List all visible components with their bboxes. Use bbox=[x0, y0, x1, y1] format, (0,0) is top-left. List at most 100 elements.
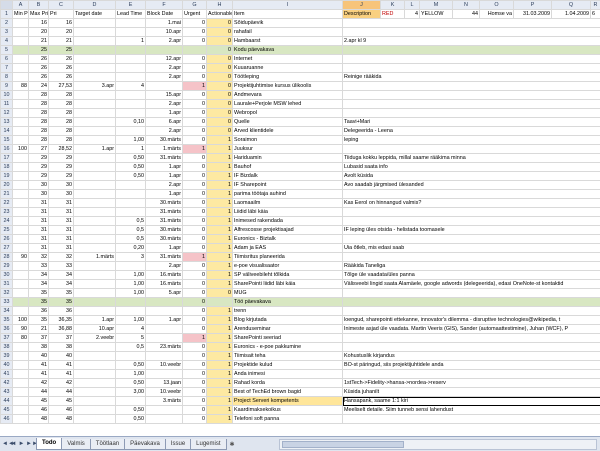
cell-lead-time[interactable]: 4 bbox=[116, 82, 146, 91]
cell-min-pri[interactable] bbox=[13, 91, 29, 100]
cell-target-date[interactable]: 2.veebr bbox=[74, 334, 116, 343]
cell-lead-time[interactable] bbox=[116, 55, 146, 64]
cell-max-pri[interactable]: 31 bbox=[29, 244, 49, 253]
row-number[interactable]: 42 bbox=[1, 379, 13, 388]
cell-target-date[interactable] bbox=[74, 217, 116, 226]
cell-item[interactable]: SP väliveebileht tõlkida bbox=[233, 271, 343, 280]
cell-min-pri[interactable] bbox=[13, 199, 29, 208]
cell-min-pri[interactable] bbox=[13, 370, 29, 379]
cell-urgent[interactable]: 0 bbox=[183, 208, 207, 217]
cell-lead-time[interactable] bbox=[116, 127, 146, 136]
cell-lead-time[interactable] bbox=[116, 19, 146, 28]
cell-target-date[interactable] bbox=[74, 28, 116, 37]
cell-block-date[interactable]: 31.märts bbox=[146, 208, 183, 217]
column-header[interactable]: B bbox=[29, 1, 49, 10]
cell-max-pri[interactable]: 30 bbox=[29, 190, 49, 199]
cell-max-pri[interactable]: 38 bbox=[29, 343, 49, 352]
cell-description[interactable] bbox=[343, 235, 600, 244]
cell-target-date[interactable] bbox=[74, 163, 116, 172]
column-header[interactable]: H bbox=[207, 1, 233, 10]
cell-description[interactable] bbox=[343, 370, 600, 379]
cell-description[interactable] bbox=[343, 289, 600, 298]
cell-pri[interactable]: 21 bbox=[49, 37, 74, 46]
cell-max-pri[interactable]: 28 bbox=[29, 118, 49, 127]
cell-lead-time[interactable]: 0,5 bbox=[116, 226, 146, 235]
cell-lead-time[interactable]: 1,00 bbox=[116, 271, 146, 280]
row-number[interactable]: 32 bbox=[1, 289, 13, 298]
cell-max-pri[interactable]: 42 bbox=[29, 379, 49, 388]
row-number[interactable]: 3 bbox=[1, 28, 13, 37]
cell-block-date[interactable] bbox=[146, 415, 183, 424]
row-number[interactable]: 28 bbox=[1, 253, 13, 262]
cell-urgent[interactable]: 0 bbox=[183, 154, 207, 163]
cell-actionable[interactable]: 0 bbox=[207, 118, 233, 127]
cell-lead-time[interactable] bbox=[116, 262, 146, 271]
cell-lead-time[interactable]: 3,00 bbox=[116, 388, 146, 397]
cell-block-date[interactable]: 30.märts bbox=[146, 199, 183, 208]
cell-urgent[interactable]: 0 bbox=[183, 55, 207, 64]
cell-min-pri[interactable] bbox=[13, 271, 29, 280]
cell-item[interactable]: rahafail bbox=[233, 28, 343, 37]
cell-block-date[interactable]: 1.märts bbox=[146, 145, 183, 154]
cell-description[interactable]: Tõlge üle vaadata/üles panna bbox=[343, 271, 600, 280]
cell-description[interactable] bbox=[343, 307, 600, 316]
cell-min-pri[interactable] bbox=[13, 127, 29, 136]
cell-lead-time[interactable] bbox=[116, 298, 146, 307]
cell-urgent[interactable]: 0 bbox=[183, 127, 207, 136]
cell-min-pri[interactable] bbox=[13, 343, 29, 352]
cell-min-pri[interactable] bbox=[13, 415, 29, 424]
cell-urgent[interactable]: 0 bbox=[183, 361, 207, 370]
cell-min-pri[interactable]: 90 bbox=[13, 253, 29, 262]
column-header[interactable]: L bbox=[405, 1, 420, 10]
cell-lead-time[interactable]: 1,00 bbox=[116, 280, 146, 289]
cell-block-date[interactable] bbox=[146, 406, 183, 415]
row-number[interactable]: 44 bbox=[1, 397, 13, 406]
cell-pri[interactable]: 31 bbox=[49, 235, 74, 244]
next-sheet-button[interactable]: ► bbox=[18, 440, 25, 449]
cell-lead-time[interactable]: 0,50 bbox=[116, 361, 146, 370]
cell-block-date[interactable]: 10.veebr bbox=[146, 361, 183, 370]
prev-sheet-button[interactable]: ◄ bbox=[10, 440, 17, 449]
cell-min-pri[interactable] bbox=[13, 361, 29, 370]
cell-block-date[interactable]: 30.märts bbox=[146, 226, 183, 235]
cell-urgent[interactable]: 0 bbox=[183, 379, 207, 388]
cell-description[interactable]: Reinige rääkida bbox=[343, 73, 600, 82]
cell-actionable[interactable]: 1 bbox=[207, 325, 233, 334]
select-all-corner[interactable] bbox=[1, 1, 13, 10]
cell-urgent[interactable] bbox=[183, 46, 207, 55]
row-number[interactable]: 38 bbox=[1, 343, 13, 352]
cell-lead-time[interactable] bbox=[116, 91, 146, 100]
cell-max-pri[interactable]: 44 bbox=[29, 388, 49, 397]
cell-urgent[interactable]: 1 bbox=[183, 145, 207, 154]
header-cell[interactable]: 44 bbox=[453, 10, 480, 19]
cell-description[interactable]: Tiiduga kokku leppida, millal saame rääk… bbox=[343, 154, 600, 163]
cell-target-date[interactable] bbox=[74, 109, 116, 118]
cell-actionable[interactable]: 1 bbox=[207, 163, 233, 172]
cell-block-date[interactable] bbox=[146, 352, 183, 361]
cell-actionable[interactable]: 1 bbox=[207, 280, 233, 289]
cell-target-date[interactable] bbox=[74, 208, 116, 217]
cell-block-date[interactable]: 2.apr bbox=[146, 73, 183, 82]
cell-block-date[interactable]: 6.apr bbox=[146, 118, 183, 127]
cell-item[interactable]: Laomaailm bbox=[233, 199, 343, 208]
cell-target-date[interactable] bbox=[74, 199, 116, 208]
row-number[interactable]: 22 bbox=[1, 199, 13, 208]
cell-lead-time[interactable]: 1,00 bbox=[116, 289, 146, 298]
cell-min-pri[interactable] bbox=[13, 397, 29, 406]
cell-block-date[interactable] bbox=[146, 370, 183, 379]
cell-item[interactable]: Arved klientidele bbox=[233, 127, 343, 136]
cell-min-pri[interactable] bbox=[13, 64, 29, 73]
cell-block-date[interactable]: 31.märts bbox=[146, 154, 183, 163]
cell-item[interactable]: SharePointi seeriad bbox=[233, 334, 343, 343]
cell-lead-time[interactable] bbox=[116, 352, 146, 361]
cell-max-pri[interactable]: 21 bbox=[29, 37, 49, 46]
cell-max-pri[interactable]: 48 bbox=[29, 415, 49, 424]
cell-urgent[interactable]: 0 bbox=[183, 172, 207, 181]
cell-target-date[interactable] bbox=[74, 298, 116, 307]
row-number[interactable]: 21 bbox=[1, 190, 13, 199]
cell-actionable[interactable]: 0 bbox=[207, 109, 233, 118]
row-number[interactable]: 9 bbox=[1, 82, 13, 91]
column-header[interactable]: I bbox=[233, 1, 343, 10]
cell-actionable[interactable]: 1 bbox=[207, 253, 233, 262]
cell-min-pri[interactable] bbox=[13, 154, 29, 163]
